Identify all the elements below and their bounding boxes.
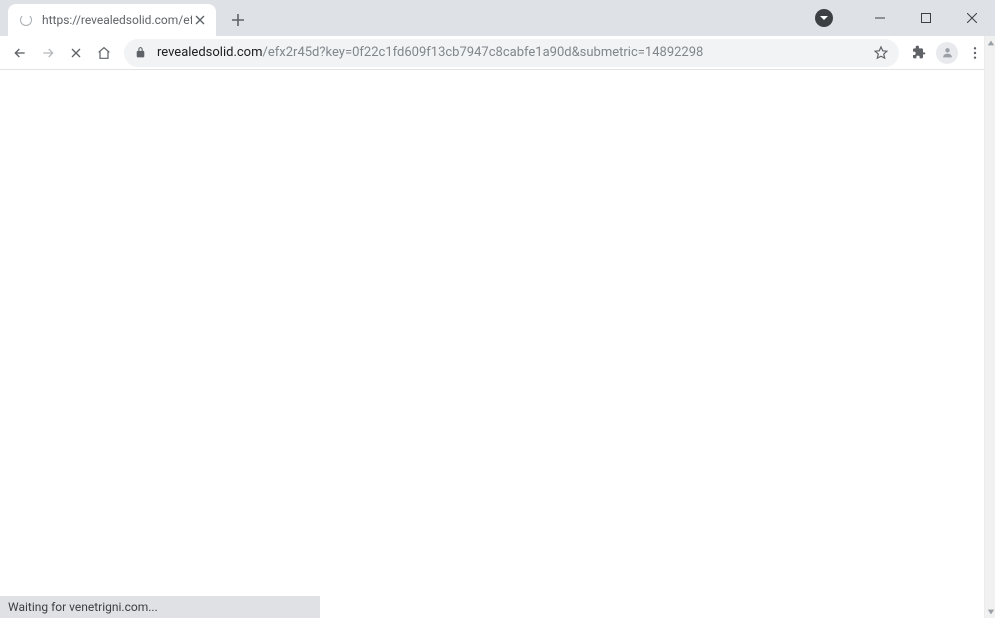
tabs-region: https://revealedsolid.com/efx2r4 — [0, 0, 252, 36]
home-button[interactable] — [90, 39, 118, 67]
minimize-button[interactable] — [857, 3, 903, 33]
tab-title: https://revealedsolid.com/efx2r4 — [42, 13, 192, 27]
titlebar: https://revealedsolid.com/efx2r4 — [0, 0, 995, 36]
bookmark-star-button[interactable] — [865, 45, 889, 61]
account-indicator-icon[interactable] — [815, 9, 833, 27]
maximize-button[interactable] — [903, 3, 949, 33]
scroll-up-button[interactable] — [985, 36, 995, 49]
avatar-icon — [936, 42, 958, 64]
address-bar[interactable]: revealedsolid.com/efx2r45d?key=0f22c1fd6… — [124, 39, 899, 67]
extensions-button[interactable] — [905, 39, 933, 67]
browser-window: https://revealedsolid.com/efx2r4 — [0, 0, 995, 618]
status-bar: Waiting for venetrigni.com... — [0, 596, 320, 618]
window-controls — [815, 0, 995, 36]
url-path: /efx2r45d?key=0f22c1fd609f13cb7947c8cabf… — [263, 45, 704, 60]
vertical-scrollbar[interactable] — [984, 36, 995, 618]
browser-tab[interactable]: https://revealedsolid.com/efx2r4 — [8, 4, 216, 36]
close-window-button[interactable] — [949, 3, 995, 33]
back-button[interactable] — [6, 39, 34, 67]
new-tab-button[interactable] — [224, 6, 252, 34]
forward-button[interactable] — [34, 39, 62, 67]
page-content: Waiting for venetrigni.com... — [0, 70, 995, 618]
scroll-down-button[interactable] — [985, 605, 995, 618]
lock-icon — [134, 46, 147, 59]
tab-close-button[interactable] — [192, 12, 208, 28]
status-text: Waiting for venetrigni.com... — [8, 600, 158, 614]
toolbar: revealedsolid.com/efx2r45d?key=0f22c1fd6… — [0, 36, 995, 70]
stop-reload-button[interactable] — [62, 39, 90, 67]
url-host: revealedsolid.com — [157, 45, 263, 60]
url-text: revealedsolid.com/efx2r45d?key=0f22c1fd6… — [157, 45, 703, 60]
loading-spinner-icon — [18, 12, 34, 28]
profile-button[interactable] — [933, 39, 961, 67]
